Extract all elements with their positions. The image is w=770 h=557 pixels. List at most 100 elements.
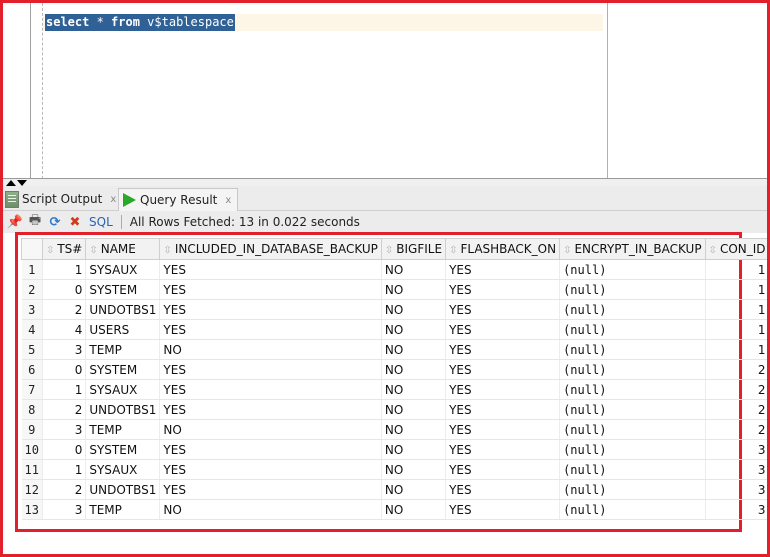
cell-con-id[interactable]: 2 — [705, 399, 770, 420]
cell-flashback-on[interactable]: YES — [445, 399, 561, 420]
cell-included-in-database-backup[interactable]: YES — [159, 319, 382, 340]
cell-ts[interactable]: 2 — [42, 479, 87, 500]
row-number[interactable]: 4 — [21, 319, 43, 340]
column-header-encrypt-in-backup[interactable]: ⇳ ENCRYPT_IN_BACKUP — [559, 238, 706, 260]
cell-ts[interactable]: 2 — [42, 299, 87, 320]
refresh-icon[interactable]: ⟳ — [47, 214, 63, 230]
close-icon[interactable]: x — [225, 195, 231, 206]
table-row[interactable]: 2 0 SYSTEM YES NO YES (null) 1 — [21, 279, 770, 300]
cell-included-in-database-backup[interactable]: YES — [159, 399, 382, 420]
cell-name[interactable]: UNDOTBS1 — [85, 399, 161, 420]
cell-included-in-database-backup[interactable]: NO — [159, 499, 382, 520]
column-header-ts[interactable]: ⇳ TS# — [41, 238, 87, 260]
cell-flashback-on[interactable]: YES — [445, 439, 561, 460]
cell-flashback-on[interactable]: YES — [445, 319, 561, 340]
cell-included-in-database-backup[interactable]: NO — [159, 419, 382, 440]
cell-name[interactable]: SYSTEM — [85, 439, 161, 460]
cell-included-in-database-backup[interactable]: YES — [159, 259, 382, 280]
cell-con-id[interactable]: 2 — [705, 419, 770, 440]
cell-name[interactable]: TEMP — [85, 499, 161, 520]
cell-encrypt-in-backup[interactable]: (null) — [559, 279, 706, 300]
cell-flashback-on[interactable]: YES — [445, 479, 561, 500]
cell-ts[interactable]: 3 — [42, 499, 87, 520]
cell-con-id[interactable]: 3 — [705, 479, 770, 500]
cell-name[interactable]: SYSAUX — [85, 379, 161, 400]
table-row[interactable]: 1 1 SYSAUX YES NO YES (null) 1 — [21, 259, 770, 280]
cell-name[interactable]: SYSTEM — [85, 279, 161, 300]
cell-con-id[interactable]: 3 — [705, 439, 770, 460]
cell-encrypt-in-backup[interactable]: (null) — [559, 359, 706, 380]
cell-encrypt-in-backup[interactable]: (null) — [559, 259, 706, 280]
cell-con-id[interactable]: 1 — [705, 319, 770, 340]
cell-bigfile[interactable]: NO — [381, 499, 447, 520]
cell-encrypt-in-backup[interactable]: (null) — [559, 399, 706, 420]
cancel-query-icon[interactable]: ✖ — [67, 214, 83, 230]
cell-encrypt-in-backup[interactable]: (null) — [559, 439, 706, 460]
row-number[interactable]: 3 — [21, 299, 43, 320]
cell-included-in-database-backup[interactable]: YES — [159, 279, 382, 300]
cell-flashback-on[interactable]: YES — [445, 299, 561, 320]
table-row[interactable]: 12 2 UNDOTBS1 YES NO YES (null) 3 — [21, 479, 770, 500]
cell-ts[interactable]: 2 — [42, 399, 87, 420]
cell-included-in-database-backup[interactable]: YES — [159, 439, 382, 460]
cell-included-in-database-backup[interactable]: YES — [159, 299, 382, 320]
cell-ts[interactable]: 0 — [42, 439, 87, 460]
cell-name[interactable]: SYSTEM — [85, 359, 161, 380]
cell-bigfile[interactable]: NO — [381, 359, 447, 380]
tab-query-result[interactable]: Query Result x — [118, 188, 239, 211]
column-header-bigfile[interactable]: ⇳ BIGFILE — [380, 238, 447, 260]
cell-bigfile[interactable]: NO — [381, 299, 447, 320]
table-row[interactable]: 6 0 SYSTEM YES NO YES (null) 2 — [21, 359, 770, 380]
column-header-name[interactable]: ⇳ NAME — [85, 238, 161, 260]
cell-flashback-on[interactable]: YES — [445, 499, 561, 520]
table-row[interactable]: 3 2 UNDOTBS1 YES NO YES (null) 1 — [21, 299, 770, 320]
cell-name[interactable]: SYSAUX — [85, 259, 161, 280]
cell-bigfile[interactable]: NO — [381, 279, 447, 300]
cell-ts[interactable]: 0 — [42, 359, 87, 380]
cell-name[interactable]: UNDOTBS1 — [85, 479, 161, 500]
cell-encrypt-in-backup[interactable]: (null) — [559, 459, 706, 480]
cell-con-id[interactable]: 3 — [705, 499, 770, 520]
cell-flashback-on[interactable]: YES — [445, 459, 561, 480]
cell-name[interactable]: TEMP — [85, 419, 161, 440]
cell-encrypt-in-backup[interactable]: (null) — [559, 379, 706, 400]
cell-ts[interactable]: 0 — [42, 279, 87, 300]
table-row[interactable]: 9 3 TEMP NO NO YES (null) 2 — [21, 419, 770, 440]
table-row[interactable]: 13 3 TEMP NO NO YES (null) 3 — [21, 499, 770, 520]
row-number[interactable]: 10 — [21, 439, 43, 460]
cell-flashback-on[interactable]: YES — [445, 339, 561, 360]
cell-encrypt-in-backup[interactable]: (null) — [559, 479, 706, 500]
row-number[interactable]: 11 — [21, 459, 43, 480]
cell-flashback-on[interactable]: YES — [445, 419, 561, 440]
cell-bigfile[interactable]: NO — [381, 319, 447, 340]
sql-statement-selected[interactable]: select * from v$tablespace — [45, 14, 235, 31]
row-number[interactable]: 9 — [21, 419, 43, 440]
row-number[interactable]: 1 — [21, 259, 43, 280]
cell-con-id[interactable]: 1 — [705, 299, 770, 320]
cell-bigfile[interactable]: NO — [381, 399, 447, 420]
cell-ts[interactable]: 3 — [42, 419, 87, 440]
row-number[interactable]: 8 — [21, 399, 43, 420]
cell-included-in-database-backup[interactable]: NO — [159, 339, 382, 360]
cell-con-id[interactable]: 2 — [705, 379, 770, 400]
cell-name[interactable]: USERS — [85, 319, 161, 340]
cell-bigfile[interactable]: NO — [381, 259, 447, 280]
cell-bigfile[interactable]: NO — [381, 379, 447, 400]
column-header-included-in-database-backup[interactable]: ⇳ INCLUDED_IN_DATABASE_BACKUP — [159, 238, 382, 260]
sql-link[interactable]: SQL — [89, 215, 113, 229]
table-row[interactable]: 8 2 UNDOTBS1 YES NO YES (null) 2 — [21, 399, 770, 420]
cell-bigfile[interactable]: NO — [381, 479, 447, 500]
cell-con-id[interactable]: 1 — [705, 259, 770, 280]
row-number[interactable]: 6 — [21, 359, 43, 380]
column-header-flashback-on[interactable]: ⇳ FLASHBACK_ON — [445, 238, 561, 260]
close-icon[interactable]: x — [110, 194, 116, 205]
cell-flashback-on[interactable]: YES — [445, 379, 561, 400]
tab-script-output[interactable]: Script Output x — [3, 188, 122, 210]
sql-editor[interactable]: select * from v$tablespace — [3, 3, 767, 179]
cell-bigfile[interactable]: NO — [381, 439, 447, 460]
cell-ts[interactable]: 3 — [42, 339, 87, 360]
cell-name[interactable]: TEMP — [85, 339, 161, 360]
cell-con-id[interactable]: 3 — [705, 459, 770, 480]
cell-name[interactable]: UNDOTBS1 — [85, 299, 161, 320]
cell-encrypt-in-backup[interactable]: (null) — [559, 339, 706, 360]
